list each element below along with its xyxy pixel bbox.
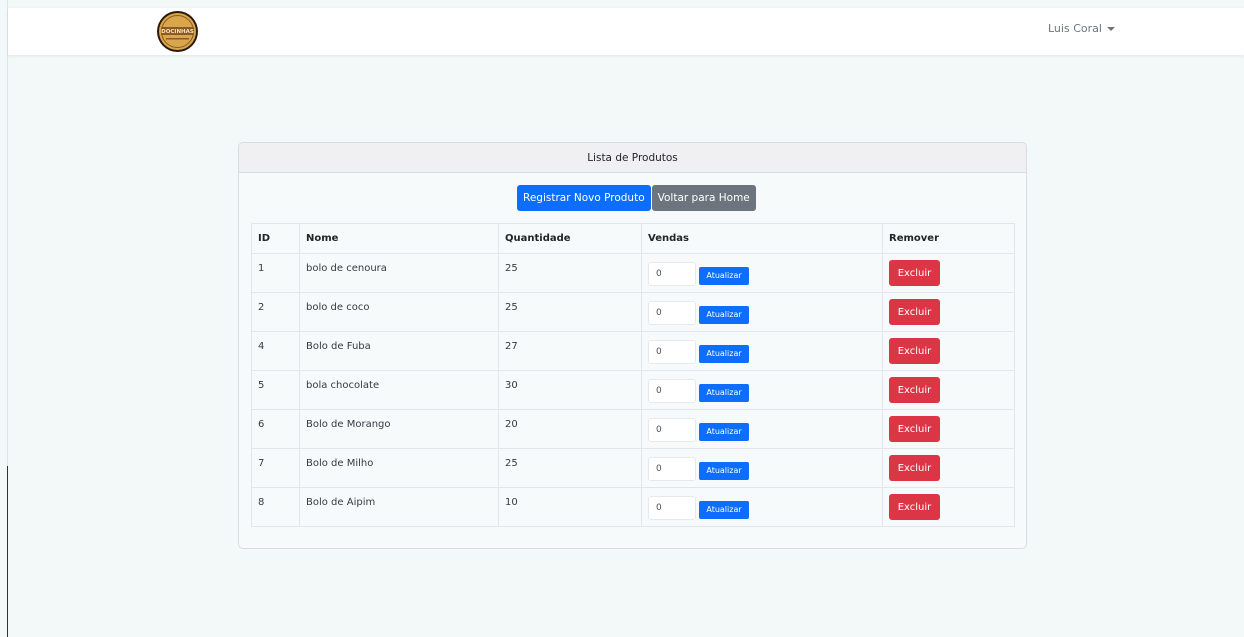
table-row: 4 Bolo de Fuba 27 Atualizar Excluir (251, 331, 1015, 371)
delete-button[interactable]: Excluir (889, 455, 940, 481)
sales-input[interactable] (648, 496, 696, 520)
sales-input[interactable] (648, 301, 696, 325)
cell-vendas: Atualizar (641, 370, 883, 410)
products-table: ID Nome Quantidade Vendas Remover 1 bolo… (251, 223, 1015, 527)
cell-id: 8 (251, 487, 300, 527)
update-button[interactable]: Atualizar (699, 500, 749, 519)
cell-nome: Bolo de Aipim (299, 487, 499, 527)
sales-form: Atualizar (648, 340, 876, 364)
update-button[interactable]: Atualizar (699, 422, 749, 441)
table-row: 6 Bolo de Morango 20 Atualizar Excluir (251, 409, 1015, 449)
sales-input[interactable] (648, 340, 696, 364)
cell-remover: Excluir (882, 331, 1015, 371)
cell-id: 2 (251, 292, 300, 332)
back-home-button[interactable]: Voltar para Home (651, 185, 756, 211)
cell-remover: Excluir (882, 409, 1015, 449)
register-product-button[interactable]: Registrar Novo Produto (517, 185, 651, 211)
cell-vendas: Atualizar (641, 487, 883, 527)
delete-button[interactable]: Excluir (889, 260, 940, 286)
delete-button[interactable]: Excluir (889, 338, 940, 364)
cell-quantidade: 25 (498, 253, 642, 293)
sales-input[interactable] (648, 262, 696, 286)
cell-vendas: Atualizar (641, 253, 883, 293)
update-button[interactable]: Atualizar (699, 266, 749, 285)
column-header-quantidade: Quantidade (498, 223, 642, 254)
card-title: Lista de Produtos (239, 143, 1026, 173)
cell-quantidade: 10 (498, 487, 642, 527)
caret-down-icon (1106, 26, 1115, 31)
delete-button[interactable]: Excluir (889, 377, 940, 403)
cell-remover: Excluir (882, 448, 1015, 488)
cell-quantidade: 27 (498, 331, 642, 371)
cell-vendas: Atualizar (641, 331, 883, 371)
cell-nome: Bolo de Fuba (299, 331, 499, 371)
sales-input[interactable] (648, 379, 696, 403)
delete-button[interactable]: Excluir (889, 494, 940, 520)
table-row: 2 bolo de coco 25 Atualizar Excluir (251, 292, 1015, 332)
cell-vendas: Atualizar (641, 448, 883, 488)
sales-form: Atualizar (648, 262, 876, 286)
table-row: 5 bola chocolate 30 Atualizar Excluir (251, 370, 1015, 410)
update-button[interactable]: Atualizar (699, 305, 749, 324)
user-menu-dropdown[interactable]: Luis Coral (1048, 22, 1115, 35)
cell-nome: bolo de cenoura (299, 253, 499, 293)
cell-remover: Excluir (882, 292, 1015, 332)
column-header-remover: Remover (882, 223, 1015, 254)
delete-button[interactable]: Excluir (889, 416, 940, 442)
column-header-vendas: Vendas (641, 223, 883, 254)
logo-text: DOCINHAS (161, 29, 194, 35)
sales-input[interactable] (648, 418, 696, 442)
cell-quantidade: 20 (498, 409, 642, 449)
top-navbar: DOCINHAS Luis Coral (8, 8, 1244, 55)
sales-form: Atualizar (648, 301, 876, 325)
cell-id: 7 (251, 448, 300, 488)
user-name: Luis Coral (1048, 22, 1102, 35)
cell-remover: Excluir (882, 487, 1015, 527)
cell-id: 4 (251, 331, 300, 371)
window-left-edge-dark (7, 466, 8, 637)
cell-id: 6 (251, 409, 300, 449)
table-header-row: ID Nome Quantidade Vendas Remover (251, 223, 1015, 254)
sales-input[interactable] (648, 457, 696, 481)
sales-form: Atualizar (648, 418, 876, 442)
sales-form: Atualizar (648, 379, 876, 403)
products-card: Lista de Produtos Registrar Novo Produto… (238, 142, 1027, 549)
cell-nome: bolo de coco (299, 292, 499, 332)
cell-id: 1 (251, 253, 300, 293)
cell-nome: Bolo de Milho (299, 448, 499, 488)
table-row: 1 bolo de cenoura 25 Atualizar Excluir (251, 253, 1015, 293)
column-header-nome: Nome (299, 223, 499, 254)
update-button[interactable]: Atualizar (699, 344, 749, 363)
cell-nome: bola chocolate (299, 370, 499, 410)
cell-remover: Excluir (882, 370, 1015, 410)
cell-remover: Excluir (882, 253, 1015, 293)
table-row: 7 Bolo de Milho 25 Atualizar Excluir (251, 448, 1015, 488)
cell-quantidade: 30 (498, 370, 642, 410)
update-button[interactable]: Atualizar (699, 383, 749, 402)
column-header-id: ID (251, 223, 300, 254)
update-button[interactable]: Atualizar (699, 461, 749, 480)
card-actions: Registrar Novo Produto Voltar para Home (517, 185, 756, 211)
cell-vendas: Atualizar (641, 292, 883, 332)
cell-quantidade: 25 (498, 292, 642, 332)
sales-form: Atualizar (648, 496, 876, 520)
cell-id: 5 (251, 370, 300, 410)
bakery-logo-icon[interactable]: DOCINHAS (156, 10, 199, 53)
cell-vendas: Atualizar (641, 409, 883, 449)
table-row: 8 Bolo de Aipim 10 Atualizar Excluir (251, 487, 1015, 527)
sales-form: Atualizar (648, 457, 876, 481)
cell-nome: Bolo de Morango (299, 409, 499, 449)
delete-button[interactable]: Excluir (889, 299, 940, 325)
cell-quantidade: 25 (498, 448, 642, 488)
